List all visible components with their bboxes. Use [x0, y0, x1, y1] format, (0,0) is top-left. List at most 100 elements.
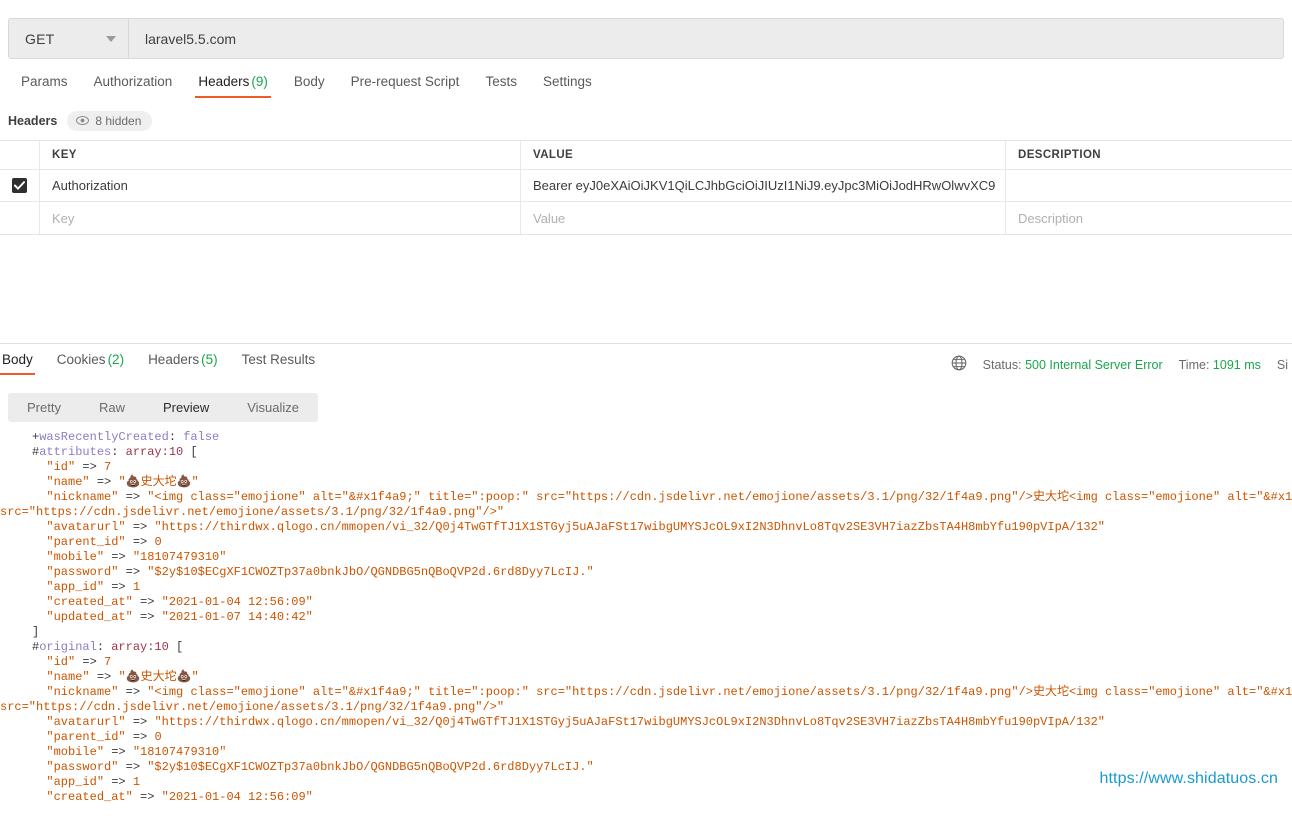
tab-tests-label: Tests: [485, 74, 517, 89]
tab-params[interactable]: Params: [8, 74, 81, 98]
column-header-key-label: KEY: [52, 149, 77, 161]
size-label: Si: [1276, 357, 1288, 372]
code-token: "nickname": [46, 490, 126, 504]
code-token: "18107479310": [132, 745, 227, 759]
format-preview-button[interactable]: Preview: [144, 393, 228, 422]
header-enabled-checkbox[interactable]: [12, 178, 27, 193]
table-row[interactable]: Authorization Bearer eyJ0eXAiOiJKV1QiLCJ…: [0, 170, 1292, 202]
code-line: "updated_at" => "2021-01-07 14:40:42": [0, 610, 1292, 625]
code-token: "name": [46, 475, 97, 489]
response-tab-cookies[interactable]: Cookies (2): [45, 352, 136, 375]
tab-authorization[interactable]: Authorization: [81, 74, 186, 98]
response-tab-test-results-label: Test Results: [241, 352, 316, 367]
tab-pre-request-script-label: Pre-request Script: [350, 74, 460, 89]
response-tab-headers-label: Headers: [148, 352, 200, 367]
column-header-description: DESCRIPTION: [1006, 141, 1292, 169]
tab-pre-request-script[interactable]: Pre-request Script: [338, 74, 473, 98]
response-tab-body-label: Body: [2, 352, 33, 367]
response-tab-headers[interactable]: Headers (5): [136, 352, 230, 375]
code-token: attributes: [39, 445, 112, 459]
code-line: "mobile" => "18107479310": [0, 550, 1292, 565]
tab-headers[interactable]: Headers (9): [185, 74, 281, 98]
code-token: =>: [125, 760, 148, 774]
pane-divider[interactable]: [0, 343, 1292, 344]
code-token: [: [183, 445, 198, 459]
code-line: "id" => 7: [0, 655, 1292, 670]
header-value-cell[interactable]: Bearer eyJ0eXAiOiJKV1QiLCJhbGciOiJIUzI1N…: [521, 170, 1006, 201]
code-line: "created_at" => "2021-01-04 12:56:09": [0, 595, 1292, 610]
headers-section-title: Headers: [8, 114, 58, 128]
code-line: ]: [0, 625, 1292, 640]
code-token: =>: [125, 565, 148, 579]
code-line: "name" => "💩史大坨💩": [0, 475, 1292, 490]
new-header-key-input[interactable]: Key: [40, 202, 521, 234]
code-token: "2021-01-04 12:56:09": [161, 790, 313, 804]
url-input[interactable]: laravel5.5.com: [129, 19, 1283, 58]
headers-table-header-row: KEY VALUE DESCRIPTION: [0, 141, 1292, 170]
code-token: "created_at": [46, 595, 141, 609]
response-tab-cookies-count: (2): [107, 352, 125, 367]
code-token: "$2y$10$ECgXF1CWOZTp37a0bnkJbO/QGNDBG5nQ…: [147, 760, 594, 774]
code-token: =>: [125, 490, 148, 504]
code-token: false: [183, 430, 220, 444]
code-token: :: [168, 430, 184, 444]
http-method-select[interactable]: GET: [9, 19, 129, 58]
code-token: array:10: [125, 445, 184, 459]
tab-body[interactable]: Body: [281, 74, 338, 98]
code-line: src="https://cdn.jsdelivr.net/emojione/a…: [0, 700, 1292, 715]
tab-tests[interactable]: Tests: [472, 74, 530, 98]
time-value: 1091 ms: [1212, 357, 1261, 372]
code-token: "updated_at": [46, 610, 141, 624]
format-visualize-label: Visualize: [247, 400, 300, 415]
code-token: =>: [111, 775, 133, 789]
globe-icon[interactable]: [951, 355, 967, 374]
response-body-code[interactable]: +wasRecentlyCreated: false #attributes: a…: [0, 430, 1292, 820]
hidden-headers-toggle[interactable]: 8 hidden: [67, 111, 153, 131]
code-token: 0: [154, 535, 162, 549]
tab-settings[interactable]: Settings: [530, 74, 605, 98]
code-token: =>: [111, 550, 133, 564]
format-visualize-button[interactable]: Visualize: [228, 393, 318, 422]
code-line: "app_id" => 1: [0, 580, 1292, 595]
response-tab-body[interactable]: Body: [0, 352, 45, 375]
code-line: "nickname" => "<img class="emojione" alt…: [0, 490, 1292, 505]
code-token: "https://thirdwx.qlogo.cn/mmopen/vi_32/Q…: [154, 715, 1105, 729]
tab-authorization-label: Authorization: [93, 74, 173, 89]
header-key-text: Authorization: [52, 178, 128, 193]
format-pretty-button[interactable]: Pretty: [8, 393, 80, 422]
code-token: "name": [46, 670, 97, 684]
code-token: :: [96, 640, 112, 654]
code-token: =>: [82, 460, 105, 474]
header-value-text: Bearer eyJ0eXAiOiJKV1QiLCJhbGciOiJIUzI1N…: [533, 178, 996, 193]
hidden-headers-label: 8 hidden: [95, 114, 142, 128]
code-token: "app_id": [46, 775, 112, 789]
size-indicator[interactable]: Si: [1277, 358, 1288, 372]
time-indicator[interactable]: Time: 1091 ms: [1179, 358, 1261, 372]
code-token: =>: [82, 655, 105, 669]
status-label: Status:: [982, 357, 1022, 372]
column-header-description-label: DESCRIPTION: [1018, 149, 1101, 161]
tab-body-label: Body: [293, 74, 325, 89]
code-line: "parent_id" => 0: [0, 730, 1292, 745]
code-token: "password": [46, 760, 126, 774]
code-token: wasRecentlyCreated: [39, 430, 169, 444]
code-token: =>: [132, 730, 155, 744]
response-tab-test-results[interactable]: Test Results: [230, 352, 328, 375]
code-token: [: [168, 640, 184, 654]
code-line: "mobile" => "18107479310": [0, 745, 1292, 760]
table-row-empty[interactable]: Key Value Description: [0, 202, 1292, 234]
tab-headers-count: (9): [251, 74, 268, 89]
column-header-key: KEY: [40, 141, 521, 169]
code-line: "password" => "$2y$10$ECgXF1CWOZTp37a0bn…: [0, 565, 1292, 580]
format-raw-button[interactable]: Raw: [80, 393, 144, 422]
code-token: "avatarurl": [46, 715, 133, 729]
header-row-checkbox-cell: [0, 141, 40, 169]
code-token: =>: [132, 715, 155, 729]
header-key-cell[interactable]: Authorization: [40, 170, 521, 201]
new-header-description-input[interactable]: Description: [1006, 202, 1292, 234]
code-token: =>: [140, 790, 162, 804]
status-badge[interactable]: Status: 500 Internal Server Error: [983, 358, 1163, 372]
new-header-value-input[interactable]: Value: [521, 202, 1006, 234]
code-token: "mobile": [46, 550, 112, 564]
header-description-cell[interactable]: [1006, 170, 1292, 201]
